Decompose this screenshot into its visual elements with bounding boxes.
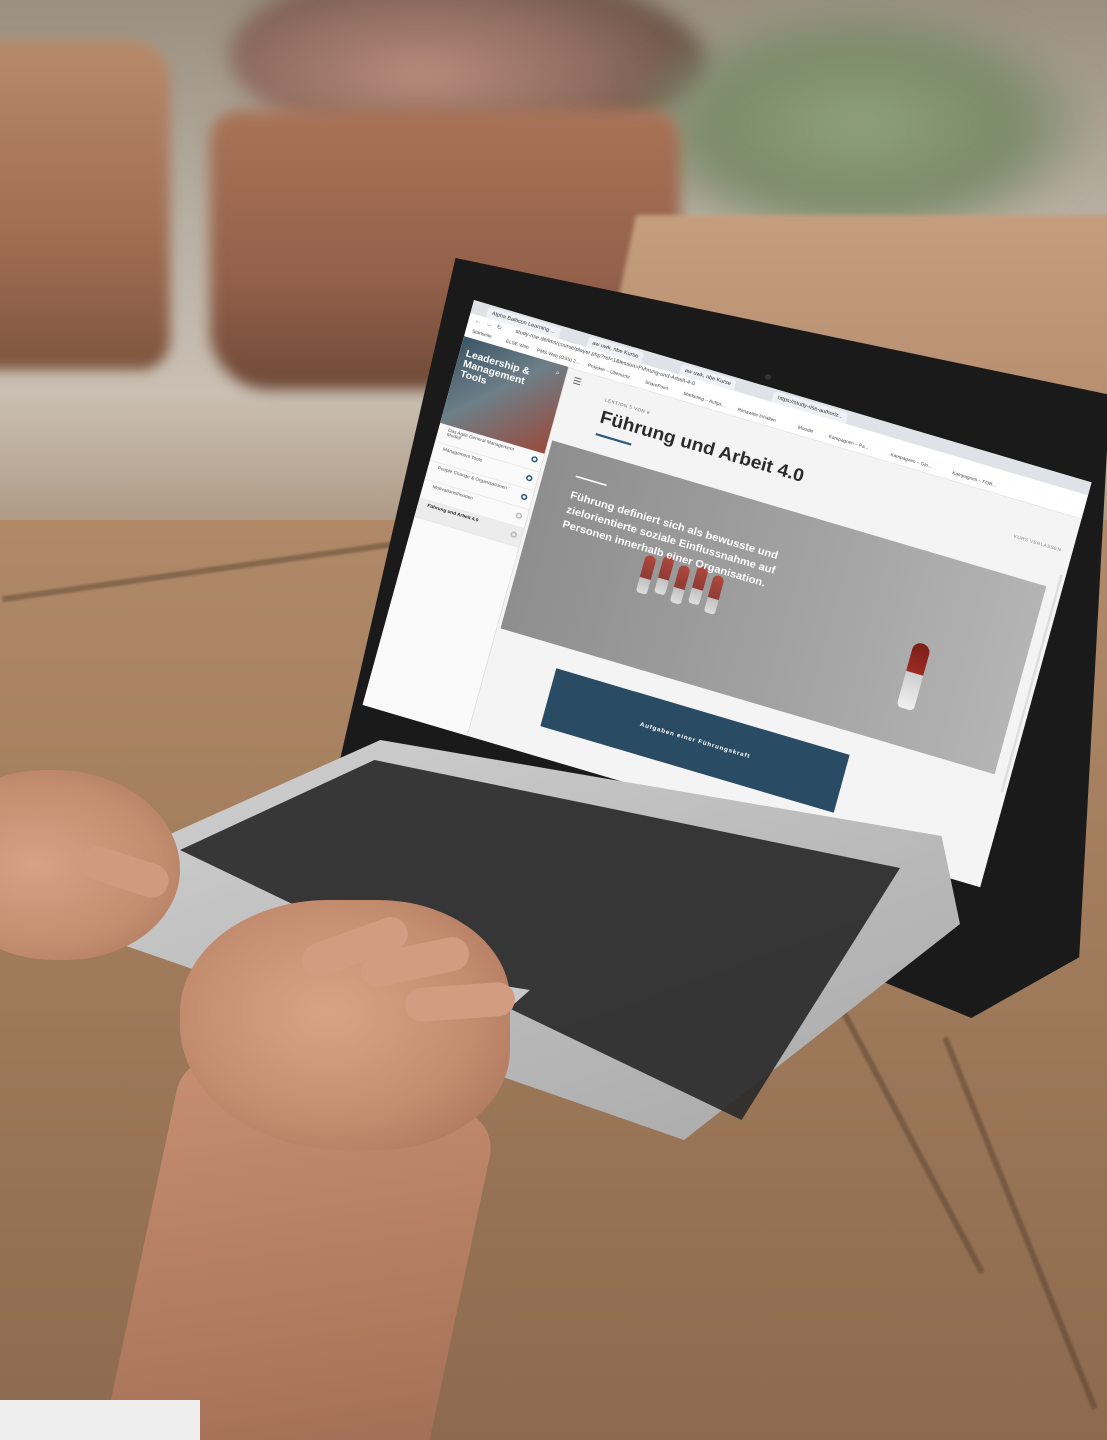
- bowling-pin-leader: [896, 641, 932, 712]
- menu-icon[interactable]: ☰: [572, 375, 583, 388]
- reload-icon[interactable]: ↻: [496, 323, 503, 331]
- green-plant: [620, 0, 1100, 250]
- banner-quote: Führung definiert sich als bewusste und …: [561, 488, 780, 589]
- webcam: [765, 374, 771, 380]
- search-icon[interactable]: ⌕: [555, 368, 561, 377]
- shirt-sleeve: [0, 1400, 200, 1440]
- banner-rule: [575, 475, 607, 487]
- progress-ring-icon: [515, 511, 523, 520]
- progress-ring-icon: [520, 493, 529, 501]
- photo-scene: Alpha Balticon Learning ... aw uwk, nbe …: [0, 0, 1107, 1440]
- exit-course-link[interactable]: KURS VERLASSEN: [1013, 535, 1062, 553]
- progress-ring-icon: [525, 474, 534, 482]
- forward-icon[interactable]: →: [485, 320, 493, 328]
- progress-ring-icon: [509, 530, 518, 539]
- plank-seam: [942, 1036, 1098, 1410]
- back-icon[interactable]: ←: [474, 317, 482, 325]
- bowling-pin: [703, 574, 725, 615]
- progress-ring-icon: [530, 455, 539, 464]
- flower-pot-left: [0, 40, 170, 370]
- bookmark[interactable]: Moodle: [797, 426, 813, 435]
